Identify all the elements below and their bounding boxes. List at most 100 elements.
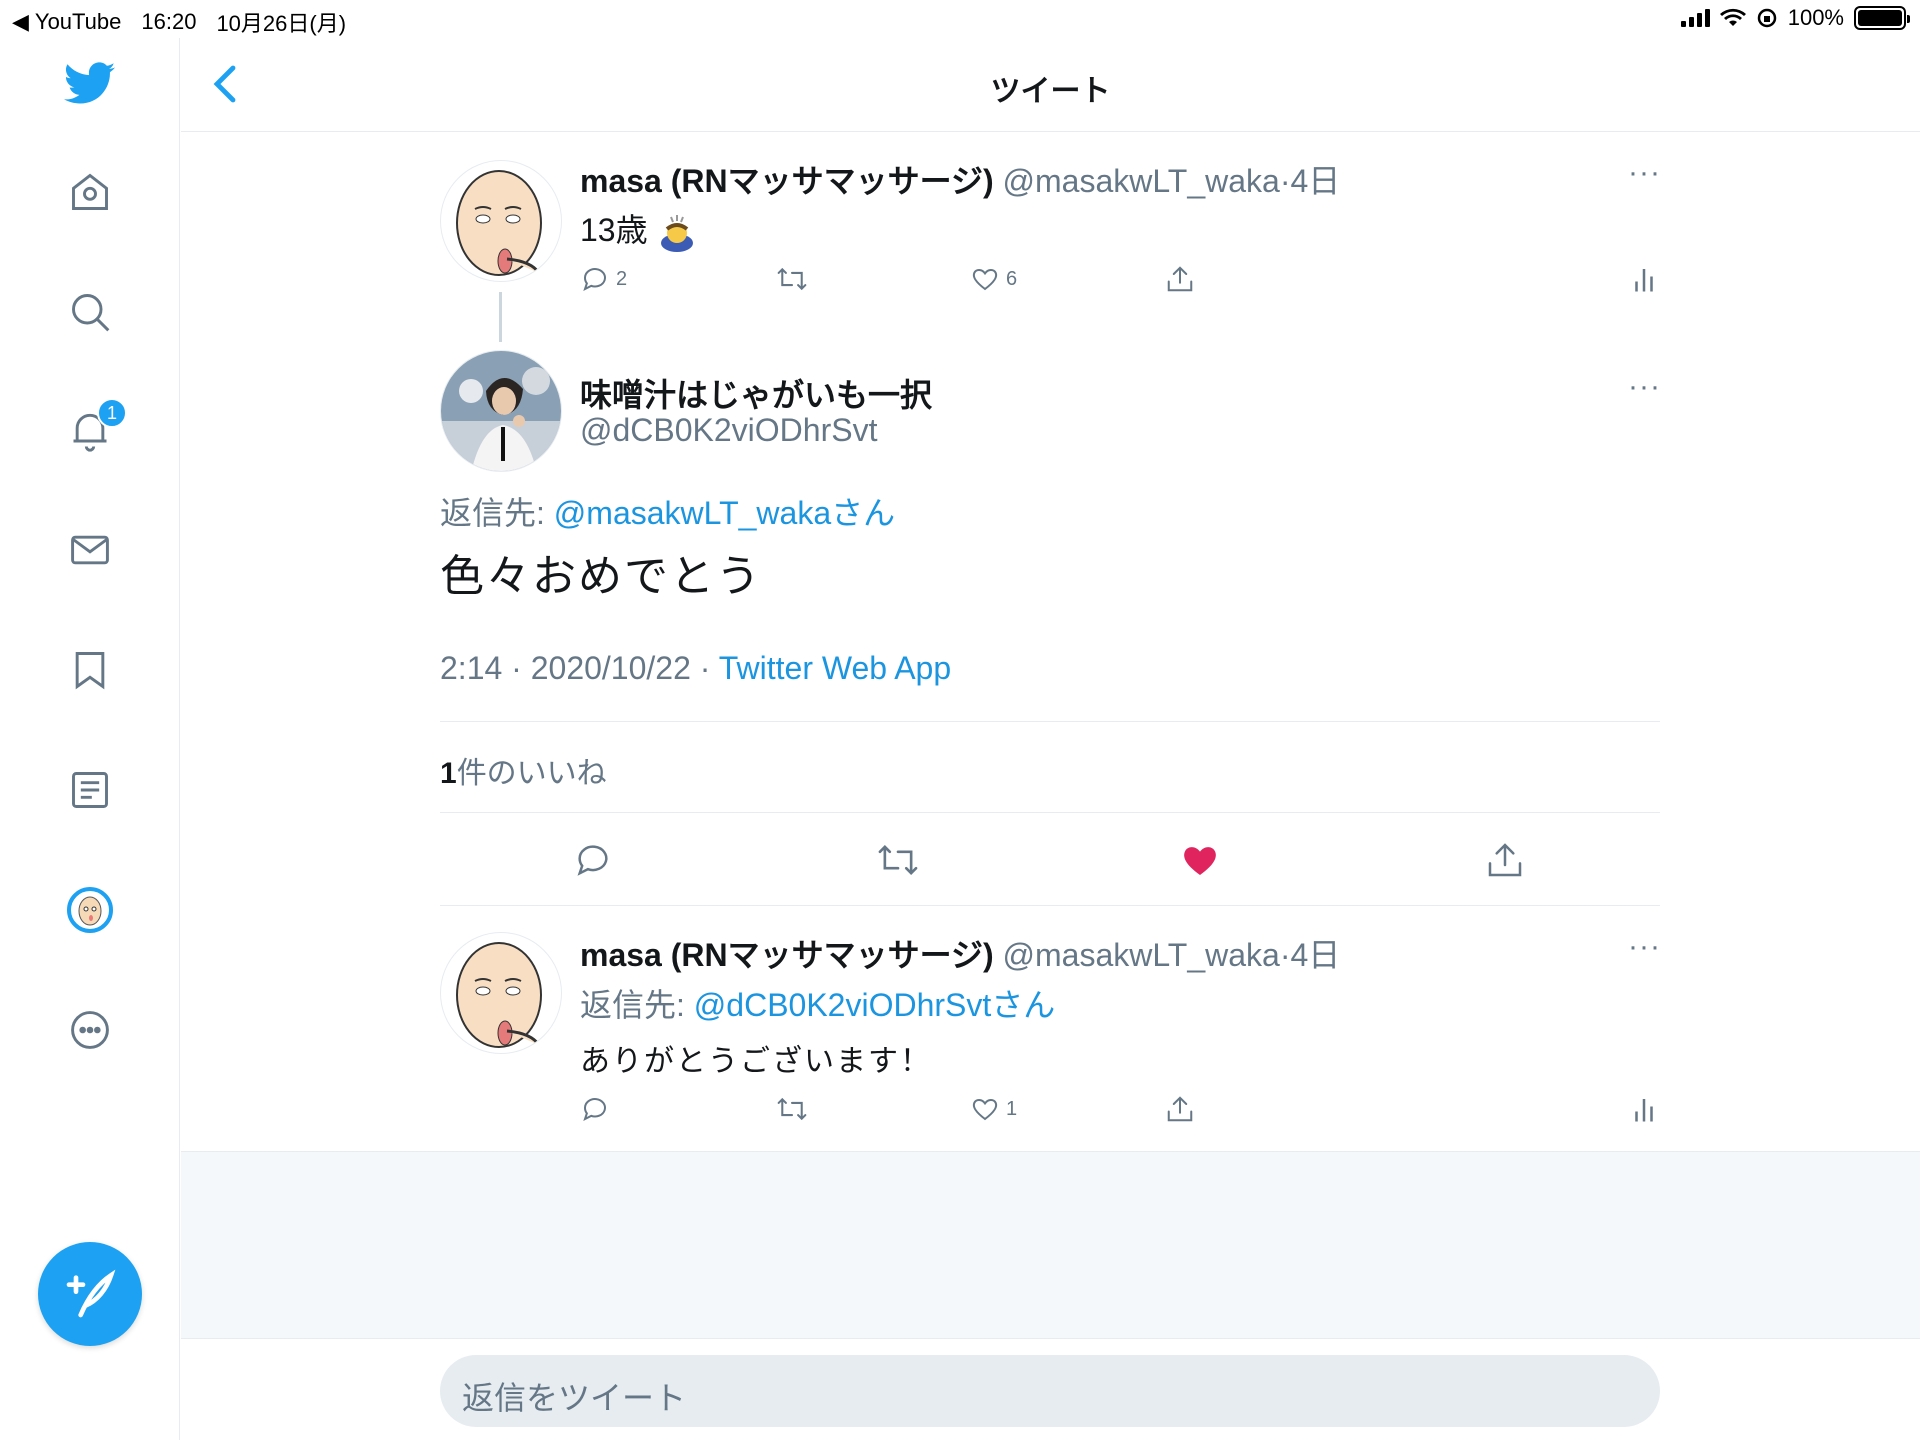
share-upload-icon [1167,1096,1193,1122]
parent-tweet-text: 13歳 [580,212,648,248]
reply-tweet-header: masa (RNマッサマッサージ) @masakwLT_waka·4日 [580,930,1340,976]
battery-icon [1854,6,1910,30]
focus-tweet-text: 色々おめでとう [440,552,762,601]
share-upload-icon [1167,266,1193,292]
back-to-app-button[interactable]: ◀ YouTube [12,9,121,35]
reply-tweet-more-button[interactable]: ··· [1628,930,1661,964]
reply-bubble-icon [577,845,608,876]
notification-badge: 1 [97,398,127,428]
focus-tweet-likes-link[interactable]: 1件のいいね [440,748,607,792]
reply-tweet-reply-to-link[interactable]: @dCB0K2viODhrSvtさん [694,987,1055,1023]
reply-tweet-actions: 1 [580,1094,1660,1134]
reply-tweet-reply-to: 返信先: @dCB0K2viODhrSvtさん [580,980,1055,1026]
status-bar: ◀ YouTube 16:20 10月26日(月) 100% [0,0,1920,38]
reply-tweet-separator: · [1279,937,1291,973]
retweet-icon [878,844,918,876]
reply-tweet-like-count: 1 [1006,1097,1018,1120]
focus-tweet-avatar[interactable] [440,350,562,472]
reply-bubble-icon [583,1098,606,1121]
focus-tweet-author-name[interactable]: 味噌汁はじゃがいも一択 [580,370,932,416]
reply-tweet-text: ありがとうございます！ [580,1045,932,1078]
messages-envelope-icon[interactable] [60,520,120,580]
focus-tweet-handle[interactable]: @dCB0K2viODhrSvt [580,412,877,449]
focus-tweet-reply-button[interactable] [573,840,613,880]
divider [440,812,1660,813]
rotation-lock-icon [1757,8,1776,28]
reply-tweet-reply-button[interactable] [580,1094,610,1124]
battery-percent: 100% [1787,5,1844,30]
reply-bubble-icon [583,268,606,291]
reply-input-placeholder: 返信をツイート [462,1380,687,1416]
bowing-person-emoji-icon [660,214,693,252]
back-app-label: YouTube [34,9,122,34]
status-date: 10月26日(月) [216,11,347,36]
parent-tweet-avatar[interactable] [440,160,562,282]
home-icon[interactable] [60,162,120,222]
search-icon[interactable] [60,282,120,342]
focus-tweet-meta: 2:14 · 2020/10/22 · Twitter Web App [440,650,951,687]
parent-tweet-actions: 2 6 [580,264,1660,304]
parent-tweet-more-button[interactable]: ··· [1628,156,1661,190]
focus-tweet-likes-count: 1 [440,757,457,790]
reply-tweet-time[interactable]: 4日 [1291,937,1341,973]
parent-tweet-separator: · [1279,163,1291,199]
focus-tweet-reply-to-link[interactable]: @masakwLT_wakaさん [554,495,895,531]
retweet-icon [777,1097,807,1121]
analytics-bars-icon [1635,1099,1653,1122]
reply-tweet-like-button[interactable]: 1 [970,1094,1017,1124]
focus-tweet-retweet-button[interactable] [875,840,921,880]
sidebar-nav [0,38,180,1440]
divider [440,721,1660,722]
bookmark-icon[interactable] [60,640,120,700]
focus-tweet-source-link[interactable]: Twitter Web App [719,650,951,686]
parent-tweet-like-count: 6 [1006,267,1018,290]
parent-tweet-retweet-button[interactable] [775,264,809,294]
divider [440,905,1660,906]
parent-tweet-text-container: 13歳 [580,205,697,253]
parent-tweet-reply-count: 2 [616,267,628,290]
empty-timeline-area [181,1151,1920,1339]
heart-outline-icon [972,1099,998,1121]
share-upload-icon [1488,843,1522,877]
focus-tweet-reply-to: 返信先: @masakwLT_wakaさん [440,488,895,534]
thread-connector-line [499,292,502,342]
compose-tweet-button[interactable] [38,1242,142,1346]
heart-filled-icon [1184,847,1216,875]
heart-outline-icon [972,269,998,291]
parent-tweet-like-button[interactable]: 6 [970,264,1017,294]
reply-tweet-author-name[interactable]: masa (RNマッサマッサージ) [580,937,994,973]
status-time: 16:20 [141,9,197,34]
parent-tweet-author-name[interactable]: masa (RNマッサマッサージ) [580,163,994,199]
cellular-signal-icon [1680,9,1710,27]
analytics-bars-icon [1635,269,1653,292]
parent-tweet-reply-button[interactable]: 2 [580,264,627,294]
more-options-circle-icon[interactable] [60,1000,120,1060]
reply-tweet-handle[interactable]: @masakwLT_waka [1003,937,1280,973]
focus-tweet-like-button[interactable] [1180,840,1220,880]
reply-tweet-input[interactable]: 返信をツイート [440,1355,1660,1427]
twitter-logo-icon[interactable] [60,54,120,114]
parent-tweet-time[interactable]: 4日 [1291,163,1341,199]
reply-tweet-analytics-button[interactable] [1630,1094,1658,1124]
focus-tweet-reply-prefix: 返信先: [440,495,554,531]
retweet-icon [777,267,807,291]
focus-tweet-likes-label: 件のいいね [456,757,607,790]
focus-tweet-share-button[interactable] [1485,840,1525,880]
focus-tweet-timestamp[interactable]: 2:14 · 2020/10/22 · [440,650,719,686]
compose-feather-icon [66,1269,116,1318]
reply-tweet-retweet-button[interactable] [775,1094,809,1124]
back-triangle-icon: ◀ [12,9,29,34]
reply-tweet-avatar[interactable] [440,932,562,1054]
reply-tweet-share-button[interactable] [1165,1094,1195,1124]
parent-tweet-handle[interactable]: @masakwLT_waka [1003,163,1280,199]
parent-tweet-share-button[interactable] [1165,264,1195,294]
header-bar: ツイート [181,38,1920,132]
reply-tweet-reply-prefix: 返信先: [580,987,694,1023]
profile-avatar-icon[interactable] [60,880,120,940]
lists-icon[interactable] [60,760,120,820]
page-title: ツイート [990,75,1111,108]
wifi-icon [1719,8,1746,26]
parent-tweet-analytics-button[interactable] [1630,264,1658,294]
focus-tweet-more-button[interactable]: ··· [1628,370,1661,404]
parent-tweet-header: masa (RNマッサマッサージ) @masakwLT_waka·4日 [580,156,1340,202]
